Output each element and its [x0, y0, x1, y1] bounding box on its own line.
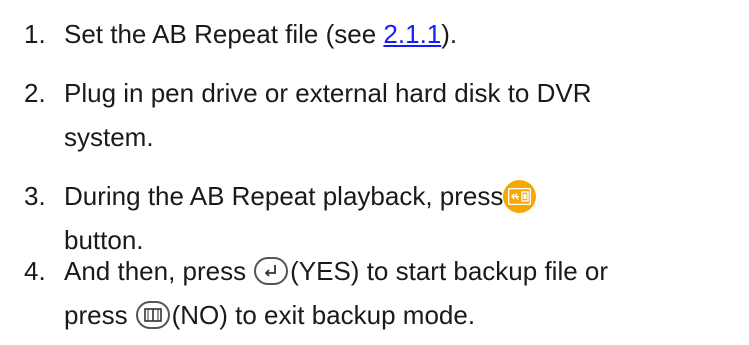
- section-link[interactable]: 2.1.1: [383, 19, 441, 49]
- menu-book-icon: [135, 301, 170, 329]
- step-text: Plug in pen drive or external hard disk …: [64, 78, 592, 108]
- step-text: And then, press (YES) to start backup fi…: [64, 256, 609, 286]
- enter-icon: [254, 257, 289, 285]
- step-text-continued: system.: [64, 122, 154, 152]
- step-text: Set the AB Repeat file (see 2.1.1).: [64, 19, 458, 49]
- step-number: 2.: [24, 78, 46, 108]
- step-number: 1.: [24, 19, 46, 49]
- usb-backup-icon: [503, 180, 537, 213]
- step-text: During the AB Repeat playback, press: [64, 178, 537, 214]
- step-text-continued: press (NO) to exit backup mode.: [64, 300, 476, 330]
- step-number: 3.: [24, 181, 46, 211]
- step-number: 4.: [24, 256, 46, 286]
